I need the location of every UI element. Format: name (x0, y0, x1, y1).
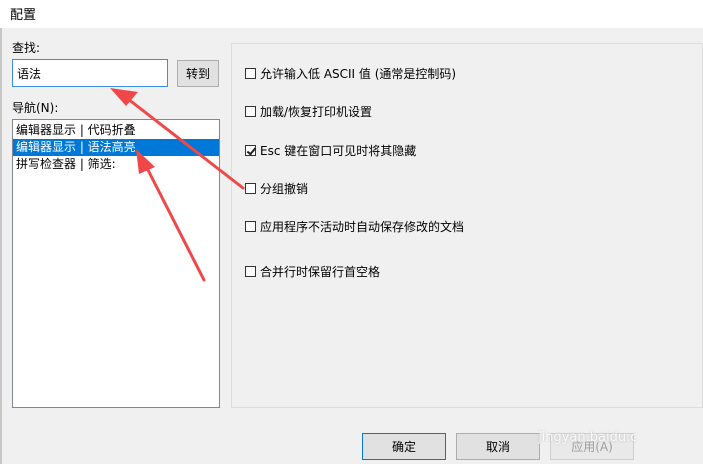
option-autosave[interactable]: 应用程序不活动时自动保存修改的文档 (245, 218, 464, 235)
option-esc-hide[interactable]: Esc 键在窗口可见时将其隐藏 (245, 142, 416, 159)
option-printer-settings-checkbox[interactable] (245, 106, 256, 117)
option-group-undo[interactable]: 分组撤销 (245, 180, 308, 197)
option-group-undo-checkbox[interactable] (245, 183, 256, 194)
option-low-ascii[interactable]: 允许输入低 ASCII 值 (通常是控制码) (245, 65, 456, 82)
option-printer-settings[interactable]: 加载/恢复打印机设置 (245, 103, 372, 120)
watermark: jingyan.baidu.c (538, 430, 638, 445)
title-bar (0, 0, 703, 28)
option-keep-leading-space[interactable]: 合并行时保留行首空格 (245, 263, 380, 280)
nav-list[interactable]: 编辑器显示 | 代码折叠 编辑器显示 | 语法高亮 拼写检查器 | 筛选: (12, 119, 220, 408)
search-label: 查找: (12, 41, 41, 55)
nav-item-spellcheck-filter[interactable]: 拼写检查器 | 筛选: (13, 156, 219, 173)
option-esc-hide-label: Esc 键在窗口可见时将其隐藏 (260, 144, 417, 158)
goto-button[interactable]: 转到 (177, 60, 219, 87)
window-title: 配置 (10, 8, 37, 23)
option-low-ascii-label: 允许输入低 ASCII 值 (通常是控制码) (260, 67, 457, 81)
option-autosave-label: 应用程序不活动时自动保存修改的文档 (260, 220, 465, 234)
ok-button[interactable]: 确定 (362, 433, 446, 460)
nav-item-code-folding[interactable]: 编辑器显示 | 代码折叠 (13, 122, 219, 139)
option-keep-leading-space-checkbox[interactable] (245, 266, 256, 277)
option-low-ascii-checkbox[interactable] (245, 68, 256, 79)
cancel-button[interactable]: 取消 (456, 433, 540, 460)
option-printer-settings-label: 加载/恢复打印机设置 (260, 105, 373, 119)
option-group-undo-label: 分组撤销 (260, 182, 309, 196)
nav-item-syntax-highlight[interactable]: 编辑器显示 | 语法高亮 (13, 139, 219, 156)
search-input[interactable] (12, 59, 168, 87)
option-keep-leading-space-label: 合并行时保留行首空格 (260, 265, 381, 279)
option-autosave-checkbox[interactable] (245, 221, 256, 232)
option-esc-hide-checkbox[interactable] (245, 145, 256, 156)
window-edge (0, 28, 2, 464)
nav-label: 导航(N): (12, 101, 59, 115)
